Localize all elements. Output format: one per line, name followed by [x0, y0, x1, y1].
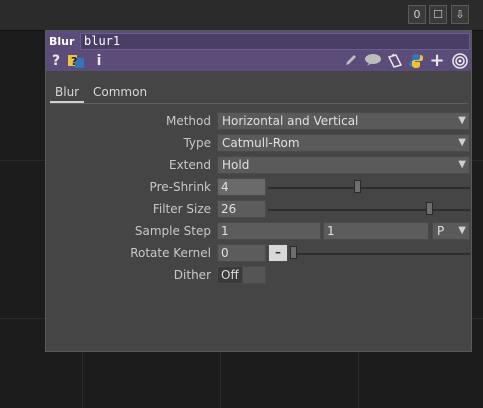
pre-shrink-label: Pre-Shrink: [149, 180, 211, 194]
zero-button[interactable]: 0: [408, 5, 426, 24]
rotate-kernel-reset-button[interactable]: –: [268, 244, 288, 262]
pre-shrink-slider-track[interactable]: [268, 187, 470, 189]
pre-shrink-field[interactable]: 4: [217, 178, 266, 196]
filter-size-field[interactable]: 26: [217, 200, 266, 218]
chevron-down-icon: ▼: [458, 159, 466, 170]
chevron-down-icon: ▼: [458, 115, 466, 126]
window-square-icon[interactable]: ☐: [429, 5, 447, 24]
panel-header: Blur blur1 ? ? i +: [46, 31, 471, 71]
target-icon[interactable]: [451, 53, 469, 69]
method-menu[interactable]: Horizontal and Vertical ▼: [217, 112, 470, 130]
type-label: Type: [183, 136, 211, 150]
parameter-panel: Blur blur1 ? ? i + Blur Common Method Ho…: [45, 30, 472, 352]
python-help-icon[interactable]: ?: [66, 53, 86, 69]
tab-common[interactable]: Common: [88, 83, 152, 101]
python-icon[interactable]: [407, 53, 425, 69]
tab-divider: [50, 103, 468, 104]
type-menu[interactable]: Catmull-Rom ▼: [217, 134, 470, 152]
rotate-kernel-label: Rotate Kernel: [130, 246, 211, 260]
pre-shrink-slider-handle[interactable]: [353, 180, 361, 193]
sample-step-x-field[interactable]: 1: [217, 222, 321, 240]
extend-value: Hold: [222, 158, 250, 172]
sample-step-label: Sample Step: [134, 224, 211, 238]
rotate-kernel-slider-track[interactable]: [290, 253, 470, 255]
svg-text:?: ?: [71, 55, 77, 68]
sample-step-mode-value: P: [437, 224, 445, 238]
add-icon[interactable]: +: [429, 52, 445, 70]
clone-icon[interactable]: [386, 53, 404, 69]
type-value: Catmull-Rom: [222, 136, 300, 150]
filter-size-label: Filter Size: [152, 202, 211, 216]
operator-type: Blur: [49, 35, 75, 48]
extend-label: Extend: [169, 158, 211, 172]
download-arrow-icon[interactable]: ⇩: [451, 5, 469, 24]
edit-icon[interactable]: [344, 53, 358, 69]
method-label: Method: [165, 114, 211, 128]
tab-blur[interactable]: Blur: [50, 83, 85, 103]
chevron-down-icon: ▼: [458, 225, 466, 236]
dither-label: Dither: [173, 268, 211, 282]
network-toolbar: 0 ☐ ⇩: [0, 0, 483, 31]
chevron-down-icon: ▼: [458, 137, 466, 148]
help-icon[interactable]: ?: [50, 53, 62, 69]
filter-size-slider-track[interactable]: [268, 209, 470, 211]
method-value: Horizontal and Vertical: [222, 114, 359, 128]
comment-icon[interactable]: [364, 53, 382, 69]
filter-size-slider-handle[interactable]: [425, 202, 433, 215]
operator-name-field[interactable]: blur1: [80, 33, 470, 50]
rotate-kernel-field[interactable]: 0: [217, 244, 266, 262]
sample-step-y-field[interactable]: 1: [323, 222, 429, 240]
sample-step-mode-menu[interactable]: P ▼: [432, 222, 470, 240]
rotate-kernel-slider-handle[interactable]: [290, 246, 297, 259]
dither-toggle-on[interactable]: [242, 266, 266, 284]
info-icon[interactable]: i: [94, 53, 104, 69]
extend-menu[interactable]: Hold ▼: [217, 156, 470, 174]
dither-toggle-off[interactable]: Off: [217, 266, 243, 284]
